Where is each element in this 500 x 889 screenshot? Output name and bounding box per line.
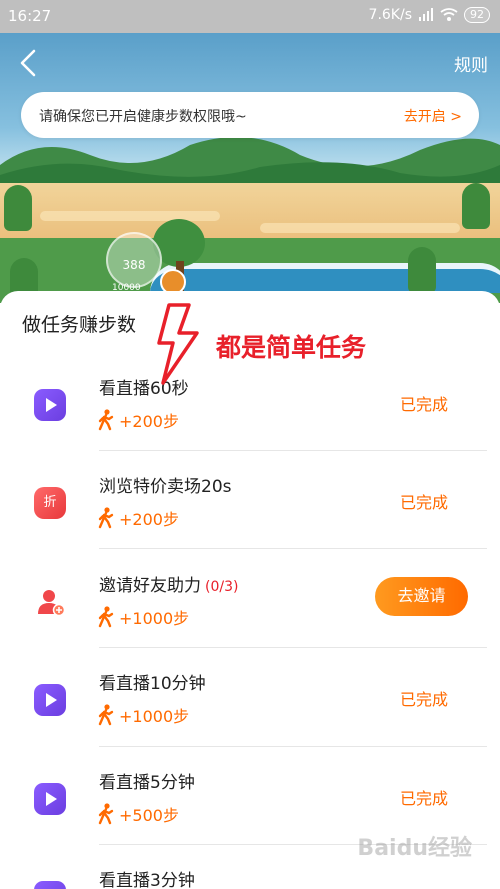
divider bbox=[99, 647, 487, 648]
tree-decoration bbox=[4, 185, 32, 231]
task-reward: +500步 bbox=[97, 802, 179, 826]
walking-person-icon bbox=[98, 507, 114, 529]
task-reward: +200步 bbox=[97, 506, 179, 530]
play-icon bbox=[34, 881, 66, 889]
play-icon bbox=[34, 389, 66, 421]
task-title-text: 邀请好友助力 bbox=[99, 576, 201, 596]
task-item: 折 浏览特价卖场20s +200步 已完成 bbox=[0, 466, 500, 564]
reward-text: +1000步 bbox=[119, 707, 190, 726]
task-item: 邀请好友助力 (0/3) +1000步 去邀请 bbox=[0, 565, 500, 663]
reward-text: +200步 bbox=[119, 510, 179, 529]
sand-stripe bbox=[260, 223, 460, 233]
permission-notice: 请确保您已开启健康步数权限哦~ 去开启 > bbox=[21, 92, 479, 138]
task-title: 看直播10分钟 bbox=[99, 674, 206, 694]
panel-title: 做任务赚步数 bbox=[22, 314, 137, 336]
tree-decoration bbox=[462, 183, 490, 229]
signal-icon bbox=[419, 8, 433, 21]
steps-bubble[interactable]: 388 bbox=[106, 232, 162, 288]
divider bbox=[99, 548, 487, 549]
walking-person-icon bbox=[98, 803, 114, 825]
sale-icon: 折 bbox=[34, 487, 66, 519]
wifi-icon bbox=[440, 8, 458, 21]
status-bar: 16:27 7.6K/s 92 bbox=[0, 0, 500, 33]
rules-link[interactable]: 规则 bbox=[454, 51, 488, 76]
status-time: 16:27 bbox=[8, 7, 52, 25]
task-reward: +200步 bbox=[97, 408, 179, 432]
task-panel: 做任务赚步数 看直播60秒 +200步 已完成 折 浏览特价卖场20s +200… bbox=[0, 291, 500, 889]
lightning-bolt-icon bbox=[157, 303, 199, 385]
river-path bbox=[150, 263, 500, 293]
task-progress: (0/3) bbox=[205, 579, 239, 595]
play-icon bbox=[34, 783, 66, 815]
reward-text: +500步 bbox=[119, 806, 179, 825]
enable-permission-link[interactable]: 去开启 > bbox=[404, 106, 462, 126]
task-status-completed: 已完成 bbox=[399, 493, 448, 512]
reward-text: +200步 bbox=[119, 412, 179, 431]
network-speed: 7.6K/s bbox=[368, 7, 412, 23]
annotation-text: 都是简单任务 bbox=[216, 333, 367, 362]
watermark: Baidu经验 bbox=[357, 836, 472, 861]
walking-person-icon bbox=[98, 704, 114, 726]
task-title: 浏览特价卖场20s bbox=[99, 477, 232, 497]
task-title: 看直播5分钟 bbox=[99, 773, 195, 793]
status-indicators: 7.6K/s 92 bbox=[369, 7, 490, 23]
invite-friend-icon bbox=[38, 590, 66, 617]
back-button[interactable] bbox=[14, 48, 44, 78]
game-scene: 388 10000 bbox=[0, 33, 500, 303]
task-title: 看直播3分钟 bbox=[99, 871, 195, 889]
walking-person-icon bbox=[98, 409, 114, 431]
task-status-completed: 已完成 bbox=[399, 789, 448, 808]
task-item: 看直播60秒 +200步 已完成 bbox=[0, 368, 500, 466]
walking-person-icon bbox=[98, 606, 114, 628]
task-status-completed: 已完成 bbox=[399, 690, 448, 709]
task-status-completed: 已完成 bbox=[399, 395, 448, 414]
invite-button[interactable]: 去邀请 bbox=[375, 577, 468, 616]
task-title: 邀请好友助力 (0/3) bbox=[99, 571, 238, 596]
battery-indicator: 92 bbox=[464, 7, 490, 23]
notice-text: 请确保您已开启健康步数权限哦~ bbox=[39, 109, 247, 125]
reward-text: +1000步 bbox=[119, 609, 190, 628]
sand-stripe bbox=[40, 211, 220, 221]
divider bbox=[99, 450, 487, 451]
task-reward: +1000步 bbox=[97, 703, 189, 727]
task-item: 看直播3分钟 bbox=[0, 860, 500, 889]
task-reward: +1000步 bbox=[97, 605, 189, 629]
tree-decoration bbox=[408, 247, 436, 293]
steps-bubble-value: 388 bbox=[122, 258, 146, 272]
play-icon bbox=[34, 684, 66, 716]
divider bbox=[99, 746, 487, 747]
